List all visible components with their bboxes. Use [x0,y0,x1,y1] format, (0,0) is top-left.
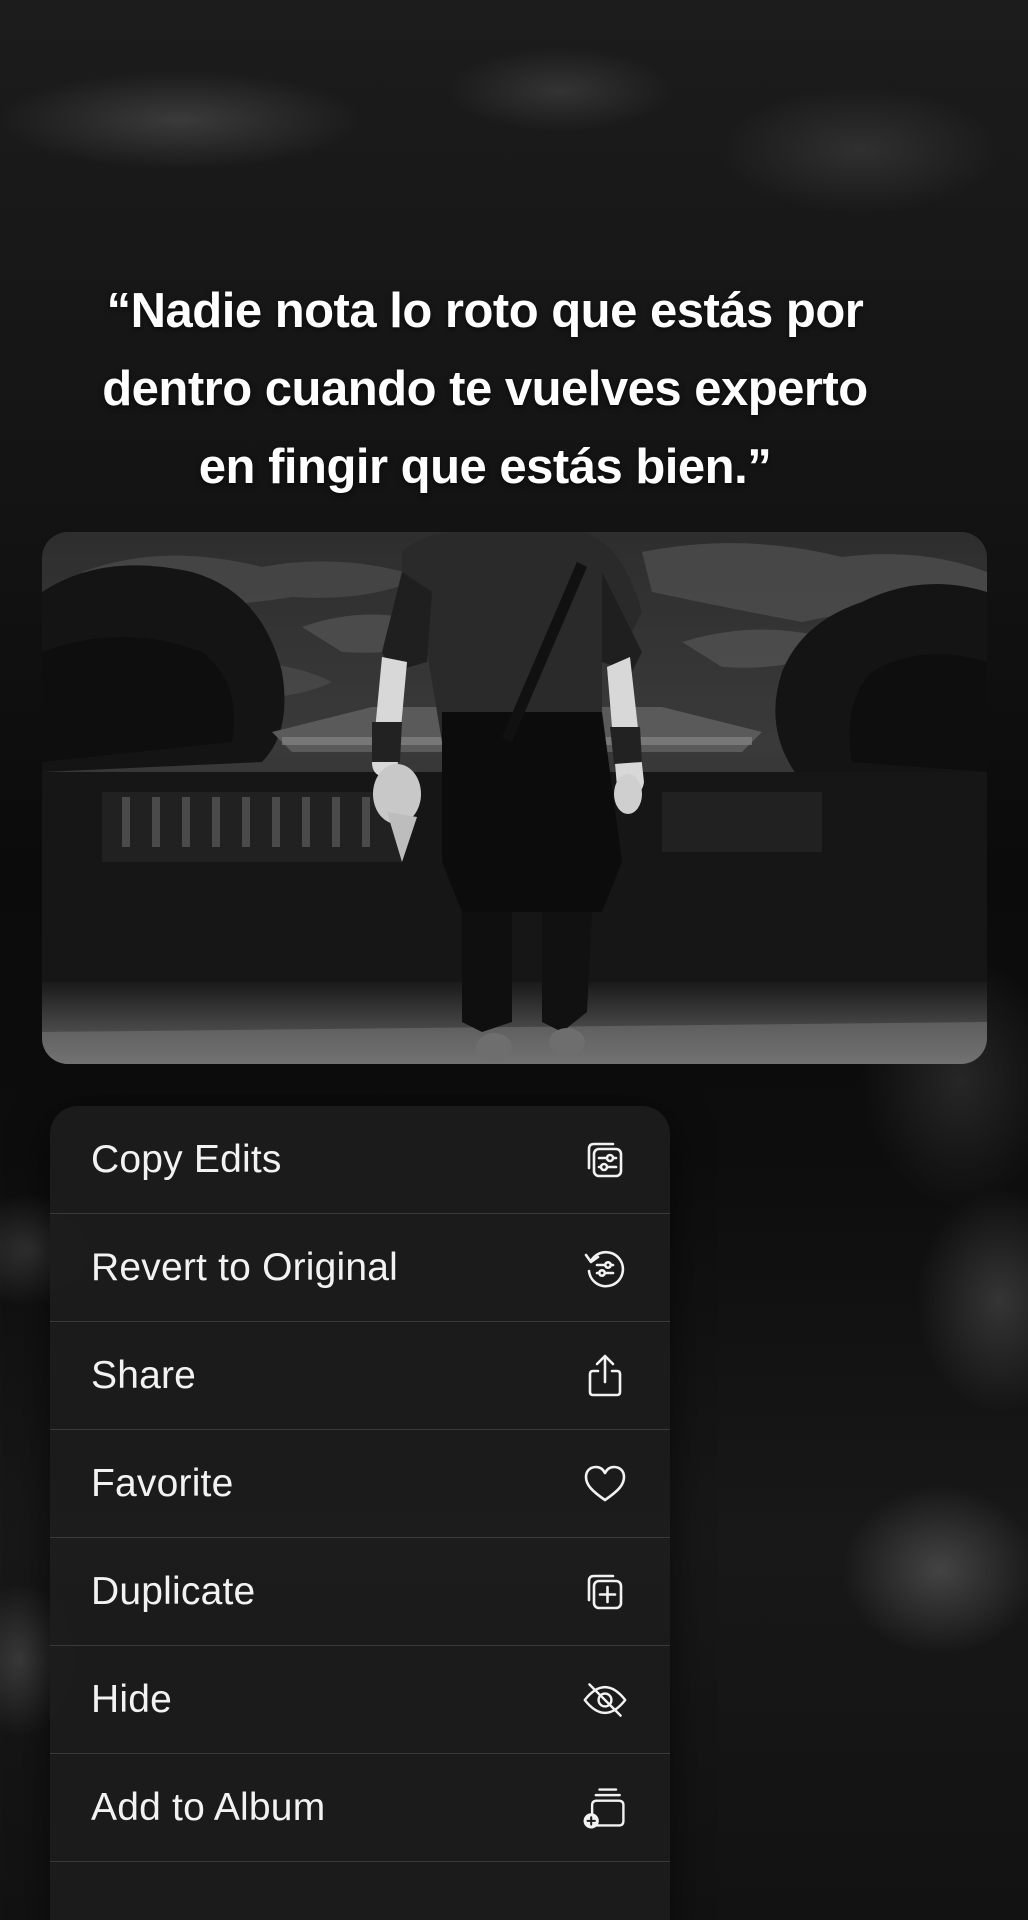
menu-item-revert-to-original[interactable]: Revert to Original [50,1214,670,1322]
quote-line-2: dentro cuando te vuelves experto [102,362,868,416]
add-to-album-icon [582,1785,628,1831]
screen: “Nadie nota lo roto que estás por dentro… [0,0,1028,1920]
menu-item-add-to-album[interactable]: Add to Album [50,1754,670,1862]
menu-item-label: Duplicate [91,1569,256,1613]
quote-line-1: “Nadie nota lo roto que estás por [106,284,864,338]
menu-item-label: Revert to Original [91,1245,399,1289]
heart-icon [582,1461,628,1507]
eye-slash-icon [582,1677,628,1723]
menu-item-favorite[interactable]: Favorite [50,1430,670,1538]
menu-item-copy-edits[interactable]: Copy Edits [50,1106,670,1214]
copy-edits-icon [582,1137,628,1183]
duplicate-icon [582,1569,628,1615]
quote-line-3: en fingir que estás bien.” [198,440,772,494]
photo-preview[interactable] [42,532,987,1064]
photo-illustration [42,532,987,1064]
menu-item-label: Share [91,1353,197,1397]
menu-item-label: Hide [91,1677,173,1721]
menu-item-label: Copy Edits [91,1137,282,1181]
menu-item-share[interactable]: Share [50,1322,670,1430]
share-icon [582,1353,628,1399]
revert-icon [582,1245,628,1291]
menu-item-label: Favorite [91,1461,234,1505]
quote-text: “Nadie nota lo roto que estás por dentro… [30,272,940,506]
menu-item-hide[interactable]: Hide [50,1646,670,1754]
menu-item-duplicate[interactable]: Duplicate [50,1538,670,1646]
menu-item-label: Add to Album [91,1785,326,1829]
context-menu: Copy Edits Revert to Original Share Favo… [50,1106,670,1920]
